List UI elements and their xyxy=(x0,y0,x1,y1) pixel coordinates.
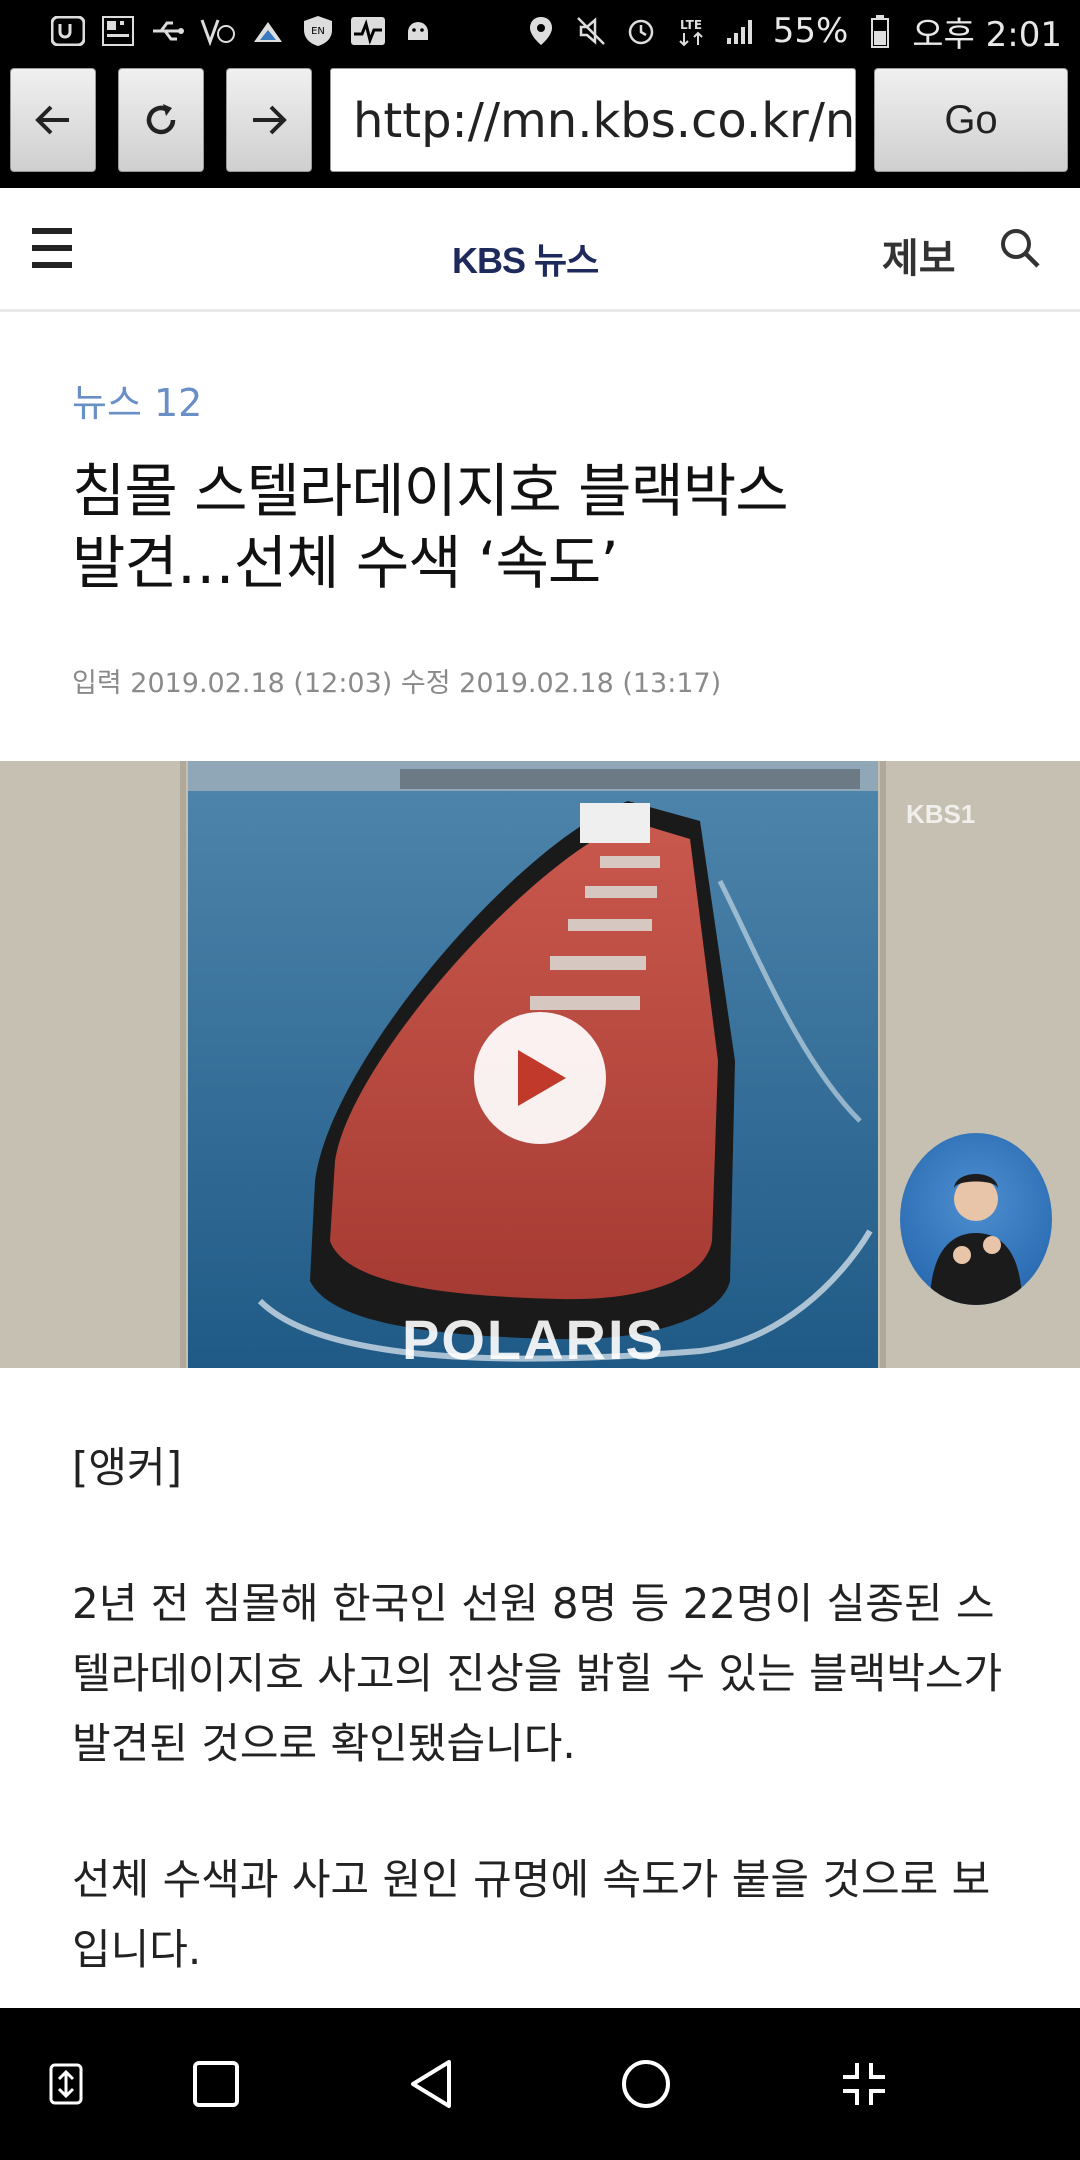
alarm-icon xyxy=(623,15,659,47)
reload-button[interactable] xyxy=(118,68,204,172)
navigation-bar xyxy=(0,2008,1080,2160)
web-page: KBS 뉴스 제보 뉴스 12 침몰 스텔라데이지호 블랙박스 발견…선체 수색… xyxy=(0,188,1080,2008)
battery-icon xyxy=(862,15,898,48)
mute-icon xyxy=(573,15,609,47)
signal-icon xyxy=(723,15,759,47)
play-button[interactable] xyxy=(474,1012,606,1144)
menu-icon[interactable] xyxy=(32,228,72,268)
video-player[interactable]: KBS1 POLARIS xyxy=(0,761,1080,1368)
reload-icon xyxy=(146,104,176,135)
clock: 오후 2:01 xyxy=(912,14,1062,55)
back-button[interactable] xyxy=(10,68,96,172)
notification-icons: EN xyxy=(50,15,436,47)
usb-icon xyxy=(150,15,186,47)
go-button[interactable]: Go xyxy=(874,68,1068,172)
android-debug-icon xyxy=(400,15,436,47)
home-icon[interactable] xyxy=(618,2056,674,2112)
collapse-icon[interactable] xyxy=(836,2056,892,2112)
program-label[interactable]: 뉴스 12 xyxy=(72,372,1008,427)
qr-app-icon xyxy=(100,15,136,47)
u-plus-icon xyxy=(50,15,86,47)
sign-language-interpreter xyxy=(900,1133,1052,1305)
recents-icon[interactable] xyxy=(188,2056,244,2112)
article-dates: 입력 2019.02.18 (12:03) 수정 2019.02.18 (13:… xyxy=(72,668,722,699)
arrow-left-icon xyxy=(35,105,69,135)
paragraph: 선체 수색과 사고 원인 규명에 속도가 붙을 것으로 보입니다. xyxy=(72,1855,991,1974)
resize-icon[interactable] xyxy=(38,2056,94,2112)
search-icon[interactable] xyxy=(996,224,1044,272)
activity-icon xyxy=(350,15,386,47)
vpn-shield-icon: EN xyxy=(300,15,336,47)
headline-line-1: 침몰 스텔라데이지호 블랙박스 xyxy=(72,457,789,525)
volte-icon xyxy=(200,15,236,47)
arrow-right-icon xyxy=(253,105,287,135)
svg-text:EN: EN xyxy=(311,26,325,37)
headline: 침몰 스텔라데이지호 블랙박스 발견…선체 수색 ‘속도’ xyxy=(72,455,1008,599)
site-header: KBS 뉴스 제보 xyxy=(0,188,1080,312)
weather-icon xyxy=(250,15,286,47)
kbs-news-logo[interactable]: KBS 뉴스 xyxy=(452,232,599,284)
lte-icon: LTE xyxy=(673,15,709,47)
forward-button[interactable] xyxy=(226,68,312,172)
paragraph: [앵커] xyxy=(72,1443,183,1492)
svg-text:LTE: LTE xyxy=(680,18,702,32)
article-header: 뉴스 12 침몰 스텔라데이지호 블랙박스 발견…선체 수색 ‘속도’ 입력 2… xyxy=(0,372,1080,700)
poster-brand: POLARIS xyxy=(402,1308,665,1368)
play-icon xyxy=(518,1050,566,1106)
logo-sub: 뉴스 xyxy=(534,241,599,282)
report-link[interactable]: 제보 xyxy=(882,226,956,284)
paragraph: 2년 전 침몰해 한국인 선원 8명 등 22명이 실종된 스텔라데이지호 사고… xyxy=(72,1579,1003,1768)
status-bar: EN LTE 55% 오후 2:01 xyxy=(0,0,1080,62)
back-icon[interactable] xyxy=(404,2056,460,2112)
url-field[interactable]: http://mn.kbs.co.kr/n xyxy=(330,68,856,172)
system-indicators: LTE 55% 오후 2:01 xyxy=(523,7,1062,56)
article-body: [앵커] 2년 전 침몰해 한국인 선원 8명 등 22명이 실종된 스텔라데이… xyxy=(72,1433,1012,2008)
battery-percent: 55% xyxy=(772,11,849,51)
browser-toolbar: http://mn.kbs.co.kr/n Go xyxy=(0,62,1080,188)
broadcaster-watermark: KBS1 xyxy=(906,799,976,829)
location-icon xyxy=(523,15,559,47)
headline-line-2: 발견…선체 수색 ‘속도’ xyxy=(72,529,619,597)
logo-brand: KBS xyxy=(452,240,526,281)
